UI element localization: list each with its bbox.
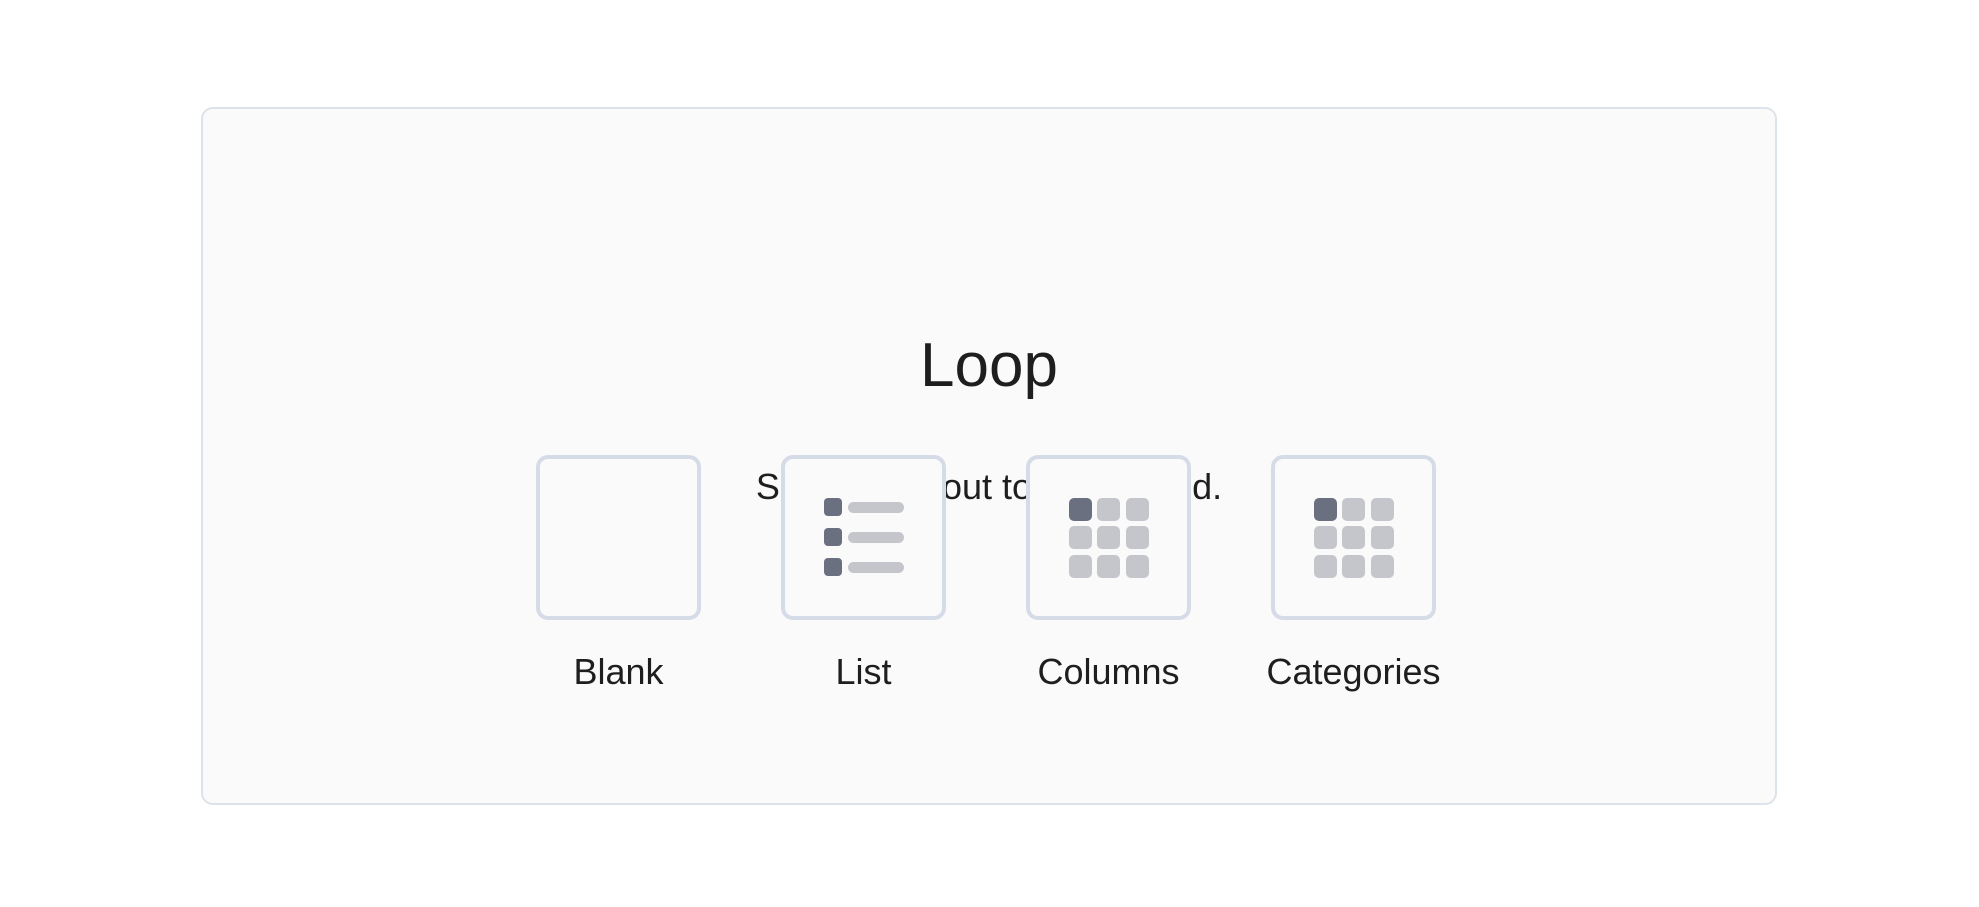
placeholder-title: Loop bbox=[920, 331, 1058, 400]
categories-layout-icon bbox=[1313, 497, 1394, 578]
variation-list-button[interactable]: List bbox=[781, 455, 946, 694]
variation-columns-button[interactable]: Columns bbox=[1026, 455, 1191, 694]
blank-layout-icon bbox=[536, 455, 701, 620]
variation-label: Columns bbox=[1037, 651, 1180, 692]
list-layout-icon bbox=[823, 497, 904, 576]
variation-label: Blank bbox=[573, 651, 664, 692]
variation-categories-button[interactable]: Categories bbox=[1266, 455, 1441, 694]
variation-label: List bbox=[835, 651, 892, 692]
columns-layout-icon bbox=[1068, 497, 1149, 578]
variation-picker: Blank List Columns Categories bbox=[536, 455, 1441, 694]
variation-label: Categories bbox=[1266, 651, 1441, 692]
variation-blank-button[interactable]: Blank bbox=[536, 455, 701, 694]
